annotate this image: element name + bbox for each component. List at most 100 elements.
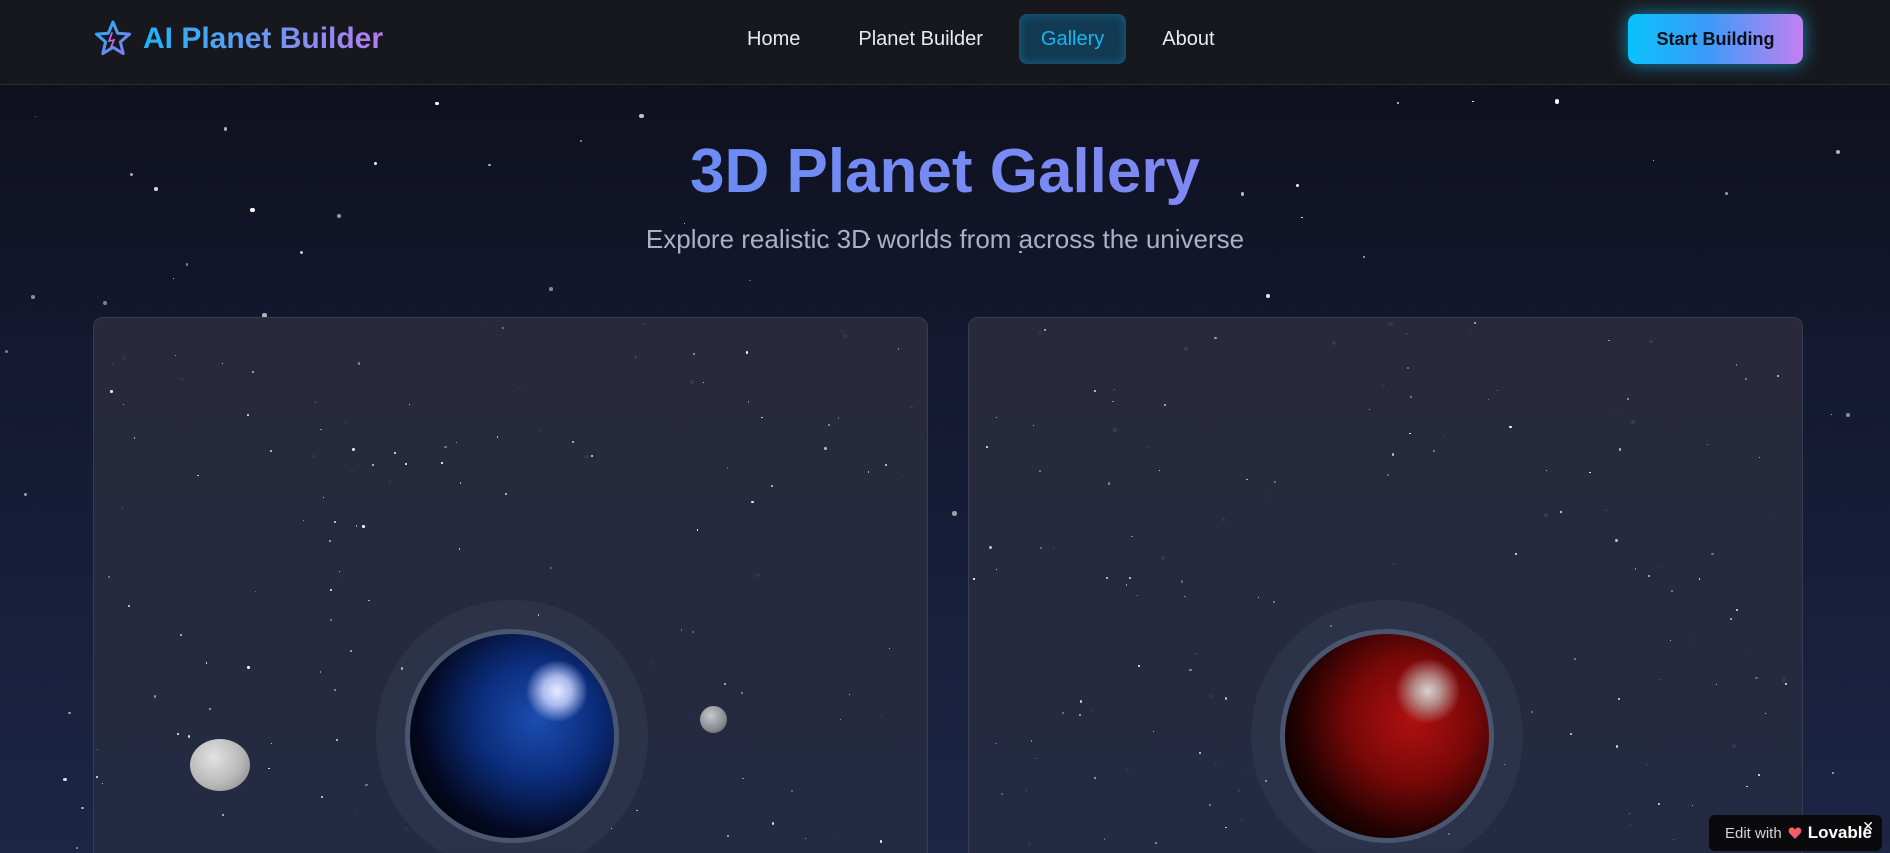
star: [1615, 745, 1618, 748]
star: [770, 484, 773, 487]
star: [868, 471, 870, 473]
star: [357, 362, 361, 365]
star: [319, 671, 322, 673]
star: [1224, 826, 1227, 829]
star: [1832, 772, 1835, 775]
star: [879, 840, 882, 843]
star: [320, 428, 322, 431]
star: [268, 767, 271, 770]
star: [848, 693, 851, 696]
star: [205, 662, 208, 664]
nav-item-about[interactable]: About: [1140, 14, 1236, 64]
star: [320, 796, 323, 798]
star: [127, 605, 130, 608]
star: [323, 496, 325, 498]
star: [1487, 399, 1489, 401]
star: [693, 352, 696, 355]
star: [1103, 838, 1105, 840]
star: [761, 416, 763, 419]
brand-logo-link[interactable]: AI Planet Builder: [93, 18, 383, 60]
star: [742, 777, 744, 780]
star: [68, 711, 71, 715]
star: [1673, 839, 1675, 841]
star: [1039, 470, 1042, 473]
star: [334, 521, 336, 524]
star: [110, 390, 113, 393]
star: [1079, 714, 1082, 717]
star: [636, 809, 638, 811]
star: [989, 546, 992, 549]
nav-item-home[interactable]: Home: [725, 14, 822, 64]
star: [1647, 574, 1650, 577]
moon-small: [700, 706, 727, 733]
star: [176, 733, 179, 736]
start-building-button[interactable]: Start Building: [1628, 14, 1803, 64]
star: [724, 682, 727, 686]
star: [884, 463, 888, 467]
badge-label: Edit with: [1725, 824, 1782, 842]
close-icon[interactable]: ✕: [1862, 818, 1874, 835]
star: [727, 834, 730, 837]
star: [247, 666, 250, 669]
star: [172, 278, 174, 280]
star: [1554, 99, 1559, 104]
star: [1634, 568, 1637, 570]
star: [350, 650, 353, 653]
star: [550, 566, 553, 569]
red-planet-3d-view[interactable]: [1280, 629, 1494, 843]
star: [1514, 552, 1517, 555]
star: [1472, 100, 1474, 103]
blue-planet-3d-view[interactable]: [405, 629, 619, 843]
star: [1574, 657, 1577, 661]
star: [435, 102, 439, 106]
star: [1032, 424, 1035, 427]
star: [496, 436, 499, 438]
star: [121, 507, 123, 509]
star: [1715, 684, 1717, 686]
star: [1729, 618, 1732, 620]
star: [1246, 479, 1248, 481]
star: [888, 647, 890, 650]
star: [187, 735, 191, 738]
star: [372, 463, 375, 466]
star: [1265, 294, 1270, 299]
brand-name: AI Planet Builder: [143, 22, 384, 55]
star: [1606, 509, 1608, 512]
star: [824, 447, 827, 450]
edit-with-lovable-badge[interactable]: Edit with Lovable ✕: [1709, 815, 1882, 851]
star: [1671, 590, 1673, 592]
star: [837, 417, 840, 419]
star: [223, 127, 227, 131]
page-title-text: 3D Planet Gallery: [689, 137, 1201, 206]
star: [973, 578, 975, 580]
star: [1735, 609, 1738, 612]
nav-item-gallery[interactable]: Gallery: [1018, 14, 1127, 64]
star: [330, 589, 333, 592]
star: [270, 742, 273, 745]
star: [751, 500, 754, 504]
star: [747, 401, 750, 403]
star: [1225, 697, 1228, 700]
star: [1744, 377, 1747, 380]
planet-card-blue[interactable]: [93, 317, 928, 853]
planet-card-red[interactable]: [968, 317, 1803, 853]
star: [405, 463, 407, 465]
star: [355, 525, 357, 527]
star: [771, 822, 775, 825]
star: [1159, 469, 1161, 471]
star: [1497, 389, 1499, 392]
star: [644, 324, 646, 326]
star: [339, 571, 341, 573]
star: [179, 633, 183, 637]
star: [1391, 453, 1394, 456]
nav-item-planet-builder[interactable]: Planet Builder: [836, 14, 1005, 64]
star: [1131, 536, 1133, 538]
star: [254, 591, 256, 593]
star: [1208, 804, 1211, 807]
star: [726, 467, 729, 469]
star: [1657, 803, 1660, 806]
star: [247, 414, 250, 417]
star: [97, 748, 99, 750]
star-sparkle-icon: [93, 19, 133, 59]
star: [222, 814, 224, 816]
